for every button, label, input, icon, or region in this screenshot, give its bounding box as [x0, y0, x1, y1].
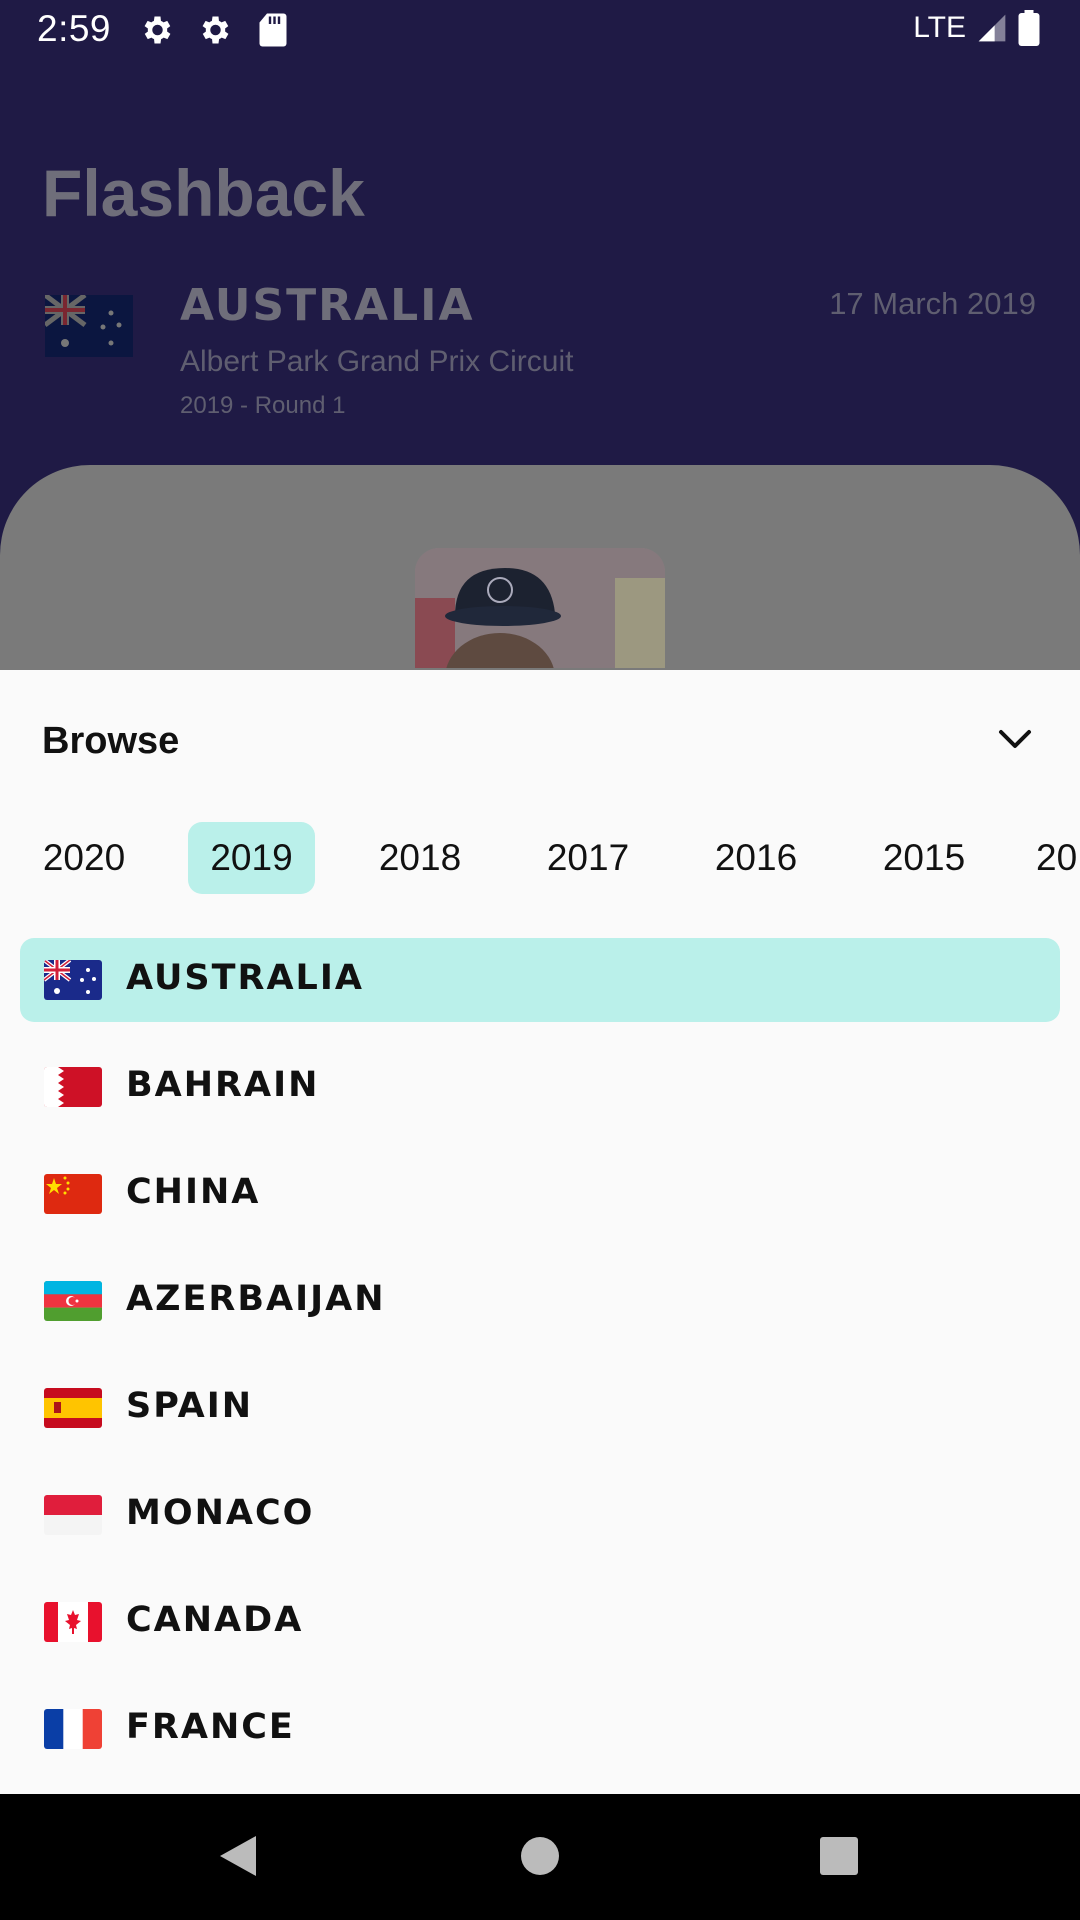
- year-selector[interactable]: 2020 2019 2018 2017 2016 2015 20: [0, 822, 1080, 894]
- race-name: BAHRAIN: [126, 1065, 320, 1105]
- france-flag-icon: [44, 1709, 102, 1749]
- background-app: Flashback AUSTRALIA Albert Park Grand Pr…: [0, 0, 1080, 765]
- race-country: AUSTRALIA: [180, 280, 475, 331]
- race-item-australia[interactable]: AUSTRALIA: [20, 938, 1060, 1022]
- race-item-france[interactable]: FRANCE: [20, 1687, 1060, 1771]
- home-icon[interactable]: [520, 1832, 560, 1880]
- australia-flag-icon: [45, 295, 133, 357]
- back-icon[interactable]: [216, 1832, 260, 1880]
- status-time: 2:59: [37, 8, 112, 49]
- race-name: AUSTRALIA: [126, 958, 364, 998]
- australia-flag-icon: [44, 960, 102, 1000]
- canada-flag-icon: [44, 1602, 102, 1642]
- race-name: SPAIN: [126, 1386, 254, 1426]
- year-chip-2017[interactable]: 2017: [524, 822, 652, 894]
- year-chip-2018[interactable]: 2018: [356, 822, 484, 894]
- race-date: 17 March 2019: [829, 286, 1036, 321]
- network-type: LTE: [913, 11, 966, 44]
- race-item-bahrain[interactable]: BAHRAIN: [20, 1045, 1060, 1129]
- signal-icon: [978, 14, 1006, 42]
- year-chip-2015[interactable]: 2015: [860, 822, 988, 894]
- race-circuit: Albert Park Grand Prix Circuit: [180, 345, 574, 378]
- year-chip-partial[interactable]: 20: [1036, 822, 1080, 894]
- recents-icon[interactable]: [818, 1832, 860, 1880]
- sd-card-icon: [259, 13, 287, 47]
- race-name: CANADA: [126, 1600, 304, 1640]
- gear-icon: [202, 16, 229, 44]
- race-name: MONACO: [126, 1493, 315, 1533]
- page-title: Flashback: [42, 156, 365, 230]
- azerbaijan-flag-icon: [44, 1281, 102, 1321]
- browse-sheet: Browse 2020 2019 2018 2017 2016 2015 20: [0, 670, 1080, 1794]
- race-item-canada[interactable]: CANADA: [20, 1580, 1060, 1664]
- year-chip-2020[interactable]: 2020: [20, 822, 148, 894]
- status-bar: 2:59 LTE: [0, 0, 1080, 63]
- collapse-button[interactable]: [990, 720, 1040, 760]
- driver-photo: [415, 548, 665, 668]
- monaco-flag-icon: [44, 1495, 102, 1535]
- chevron-down-icon: [999, 730, 1031, 748]
- spain-flag-icon: [44, 1388, 102, 1428]
- race-name: CHINA: [126, 1172, 261, 1212]
- bahrain-flag-icon: [44, 1067, 102, 1107]
- battery-icon: [1018, 10, 1040, 46]
- race-item-china[interactable]: CHINA: [20, 1152, 1060, 1236]
- china-flag-icon: [44, 1174, 102, 1214]
- race-item-monaco[interactable]: MONACO: [20, 1473, 1060, 1557]
- race-item-spain[interactable]: SPAIN: [20, 1366, 1060, 1450]
- year-chip-2019[interactable]: 2019: [188, 822, 315, 894]
- race-item-azerbaijan[interactable]: AZERBAIJAN: [20, 1259, 1060, 1343]
- race-name: FRANCE: [126, 1707, 295, 1747]
- navigation-bar: [0, 1794, 1080, 1920]
- sheet-title: Browse: [42, 720, 180, 762]
- status-right: LTE: [913, 10, 1040, 46]
- race-round: 2019 - Round 1: [180, 392, 346, 419]
- year-chip-2016[interactable]: 2016: [692, 822, 820, 894]
- race-name: AZERBAIJAN: [126, 1279, 386, 1319]
- gear-icon: [144, 16, 171, 44]
